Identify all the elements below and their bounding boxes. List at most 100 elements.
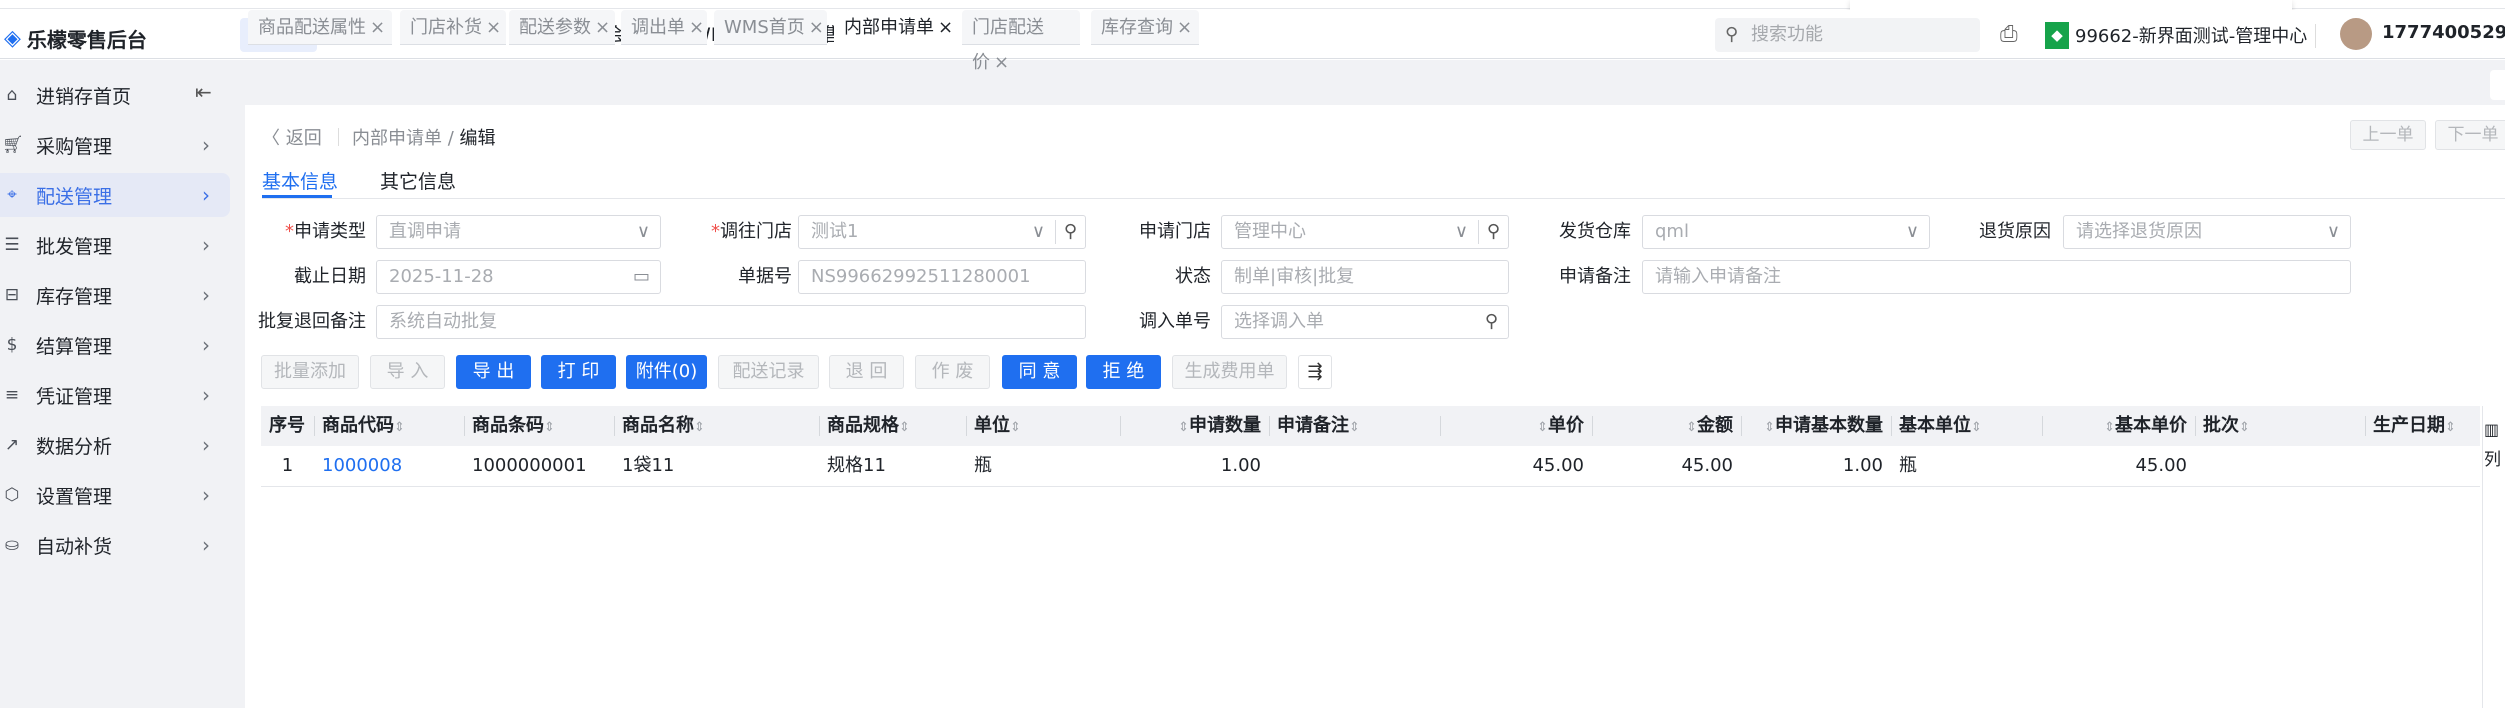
tab-7[interactable]: 库存查询 × <box>1091 10 1199 45</box>
tab-basic-info[interactable]: 基本信息 <box>262 167 338 194</box>
column-header[interactable]: 批次⇕ <box>2203 406 2357 446</box>
user-name[interactable]: 17774005297 <box>2382 22 2505 43</box>
breadcrumb-parent[interactable]: 内部申请单 <box>352 128 442 149</box>
collapse-sidebar-icon[interactable]: ⇤ <box>195 80 212 104</box>
return-reason-select[interactable]: 请选择退货原因 ∨ <box>2063 215 2351 249</box>
table-cell: 45.00 <box>1681 455 1733 476</box>
doc-no-input[interactable]: NS99662992511280001 <box>798 260 1086 294</box>
sidebar-item-8[interactable]: ⬡ 设置管理 › <box>0 473 230 517</box>
in-no-input[interactable]: 选择调入单 ⚲ <box>1221 305 1509 339</box>
apply-note-input[interactable]: 请输入申请备注 <box>1642 260 2351 294</box>
action-button-2[interactable]: 导 出 <box>456 355 531 389</box>
tab-0[interactable]: 商品配送属性 × <box>248 10 392 45</box>
close-icon[interactable]: × <box>809 17 824 38</box>
calendar-icon: ▭ <box>632 266 650 287</box>
sidebar-item-2[interactable]: ⌖ 配送管理 › <box>0 173 230 217</box>
column-header[interactable]: ⇕基本单价 <box>2050 406 2187 446</box>
sidebar-item-7[interactable]: ↗ 数据分析 › <box>0 423 230 467</box>
deadline-date-input[interactable]: 2025-11-28 ▭ <box>376 260 661 294</box>
sidebar-item-label: 设置管理 <box>36 485 113 508</box>
column-header[interactable]: ⇕申请基本数量 <box>1749 406 1883 446</box>
action-button-1[interactable]: 导 入 <box>370 355 445 389</box>
tab-other-info[interactable]: 其它信息 <box>380 167 456 194</box>
back-link[interactable]: 〈 返回 <box>262 124 322 150</box>
store-selector[interactable]: 99662-新界面测试-管理中心 <box>2075 22 2307 48</box>
next-button[interactable]: 下一单 <box>2435 120 2505 150</box>
status-label: 状态 <box>1175 266 1211 287</box>
sidebar-item-label: 进销存首页 <box>36 85 132 108</box>
chevron-right-icon: › <box>202 183 210 207</box>
column-header[interactable]: 单位⇕ <box>974 406 1112 446</box>
action-button-3[interactable]: 打 印 <box>541 355 616 389</box>
tab-6[interactable]: 门店配送价 × <box>962 10 1080 73</box>
column-header[interactable]: 商品代码⇕ <box>322 406 456 446</box>
sidebar-item-1[interactable]: 🛒︎ 采购管理 › <box>0 123 230 167</box>
reply-note-input[interactable]: 系统自动批复 <box>376 305 1086 339</box>
column-header[interactable]: 生产日期⇕ <box>2373 406 2472 446</box>
tab-4[interactable]: WMS首页 × <box>714 10 827 45</box>
close-icon[interactable]: × <box>689 17 704 38</box>
action-button-8[interactable]: 同 意 <box>1002 355 1077 389</box>
column-header[interactable]: ⇕申请数量 <box>1128 406 1261 446</box>
prev-button[interactable]: 上一单 <box>2350 120 2426 150</box>
deadline-label: 截止日期 <box>294 266 366 287</box>
tab-scroll-button[interactable] <box>2490 70 2505 100</box>
action-button-6[interactable]: 退 回 <box>829 355 904 389</box>
column-settings-icon[interactable]: ▥ <box>2484 420 2499 439</box>
column-header[interactable]: 商品条码⇕ <box>472 406 606 446</box>
warehouse-select[interactable]: qml ∨ <box>1642 215 1930 249</box>
tab-1[interactable]: 门店补货 × <box>400 10 506 45</box>
table-cell: 1.00 <box>1842 455 1883 476</box>
search-icon[interactable]: ⚲ <box>1485 306 1498 338</box>
scrollbar-track[interactable] <box>2482 406 2483 708</box>
to-store-select[interactable]: 测试1 ∨ ⚲ <box>798 215 1086 249</box>
close-icon[interactable]: × <box>486 17 501 38</box>
sidebar-item-6[interactable]: ≡ 凭证管理 › <box>0 373 230 417</box>
action-button-9[interactable]: 拒 绝 <box>1086 355 1161 389</box>
column-header[interactable]: 商品名称⇕ <box>622 406 811 446</box>
action-button-4[interactable]: 附件(0) <box>626 355 707 389</box>
close-icon[interactable]: × <box>1177 17 1192 38</box>
close-icon[interactable]: × <box>938 17 953 38</box>
sidebar-item-5[interactable]: $ 结算管理 › <box>0 323 230 367</box>
column-header[interactable]: ⇕金额 <box>1600 406 1733 446</box>
in-no-label: 调入单号 <box>1139 311 1211 332</box>
product-code-link[interactable]: 1000008 <box>322 446 456 486</box>
tab-2[interactable]: 配送参数 × <box>509 10 615 45</box>
action-button-5[interactable]: 配送记录 <box>718 355 819 389</box>
search-input[interactable]: ⚲ 搜索功能 <box>1715 18 1980 52</box>
column-header[interactable]: ⇕单价 <box>1448 406 1584 446</box>
close-icon[interactable]: × <box>595 17 610 38</box>
action-button-0[interactable]: 批量添加 <box>261 355 359 389</box>
sidebar-item-9[interactable]: ⛀ 自动补货 › <box>0 523 230 567</box>
chevron-right-icon: › <box>202 383 210 407</box>
sidebar-item-3[interactable]: ☰ 批发管理 › <box>0 223 230 267</box>
close-icon[interactable]: × <box>370 17 385 38</box>
column-settings-label[interactable]: 列 <box>2484 445 2501 470</box>
column-header[interactable]: 申请备注⇕ <box>1277 406 1432 446</box>
printer-icon[interactable]: ⎙ <box>2000 22 2018 47</box>
column-toggle-icon[interactable]: ⇶ <box>1298 355 1332 389</box>
divider <box>262 198 2505 199</box>
column-header-label: 商品规格 <box>827 415 899 436</box>
column-header-label: 批次 <box>2203 415 2239 436</box>
apply-type-select[interactable]: 直调申请 ∨ <box>376 215 661 249</box>
tab-5[interactable]: 内部申请单 × <box>834 10 958 45</box>
tab-3[interactable]: 调出单 × <box>621 10 707 45</box>
close-icon[interactable]: × <box>994 52 1009 73</box>
apply-store-select[interactable]: 管理中心 ∨ ⚲ <box>1221 215 1509 249</box>
action-button-7[interactable]: 作 废 <box>915 355 990 389</box>
sort-icon: ⇕ <box>2445 420 2456 435</box>
sort-icon: ⇕ <box>1349 420 1360 435</box>
column-header[interactable]: 基本单位⇕ <box>1899 406 2034 446</box>
map-icon: ⌖ <box>7 185 17 205</box>
avatar[interactable] <box>2340 18 2372 50</box>
column-divider <box>464 416 465 436</box>
row-divider <box>261 486 2480 487</box>
column-header[interactable]: 商品规格⇕ <box>827 406 958 446</box>
action-button-10[interactable]: 生成费用单 <box>1172 355 1287 389</box>
sidebar-item-label: 凭证管理 <box>36 385 113 408</box>
logo[interactable]: ◈ 乐檬零售后台 <box>4 24 147 53</box>
doc-no-label: 单据号 <box>738 266 792 287</box>
sidebar-item-4[interactable]: ⊟ 库存管理 › <box>0 273 230 317</box>
